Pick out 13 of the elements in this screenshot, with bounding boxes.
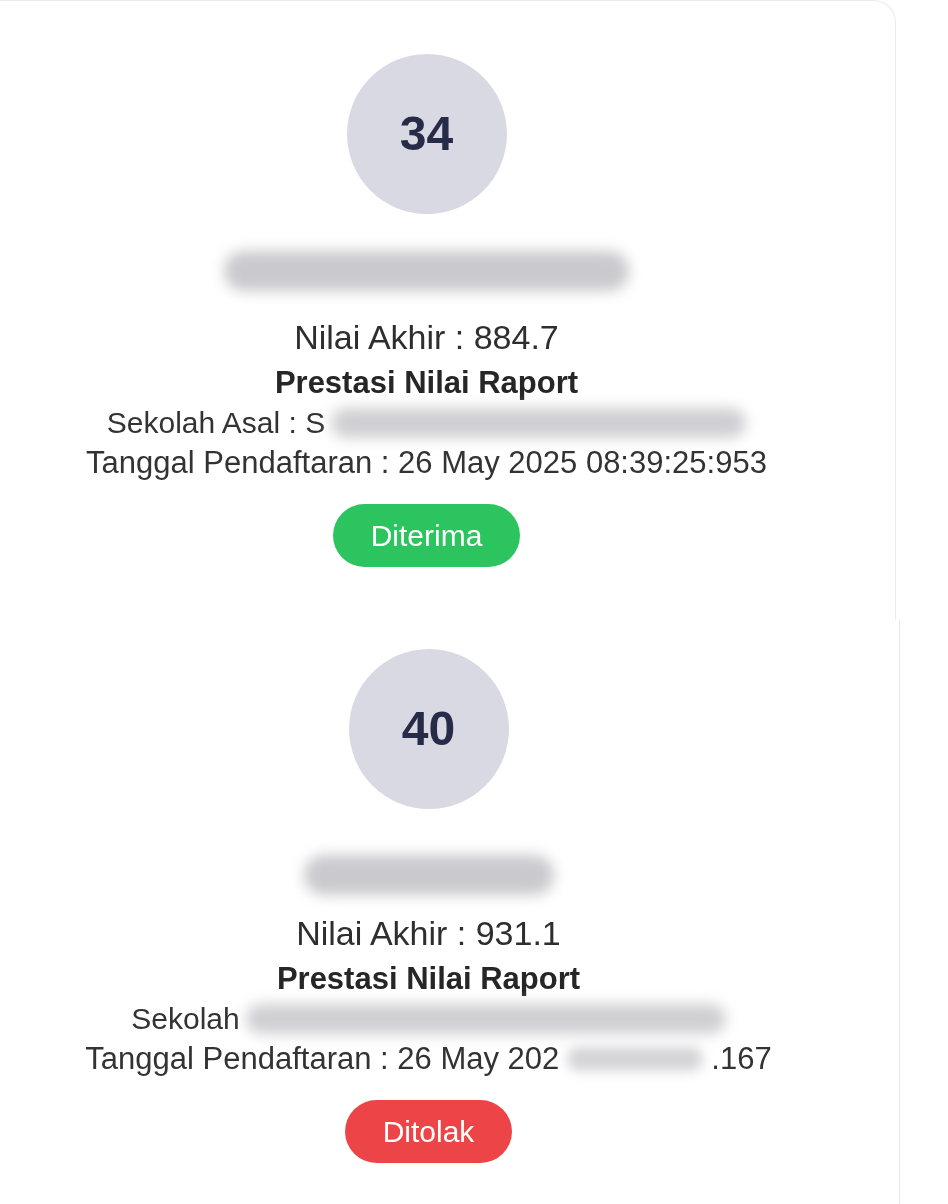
- final-score: Nilai Akhir : 884.7: [294, 317, 559, 357]
- status-badge: Diterima: [332, 504, 521, 567]
- school-label: Sekolah Asal : S: [106, 405, 326, 441]
- rank-number: 34: [399, 110, 454, 158]
- status-badge: Ditolak: [344, 1100, 513, 1163]
- school-label: Sekolah: [131, 1001, 240, 1037]
- admission-track: Prestasi Nilai Raport: [276, 960, 581, 998]
- registration-time-tail: .167: [711, 1040, 772, 1078]
- registration-date: Tanggal Pendaftaran : 26 May 202: [85, 1040, 560, 1078]
- admission-track: Prestasi Nilai Raport: [274, 364, 579, 402]
- rank-number: 40: [401, 705, 456, 753]
- registration-date: Tanggal Pendaftaran : 26 May 2025 08:39:25:953: [86, 444, 767, 482]
- final-score: Nilai Akhir : 931.1: [296, 913, 561, 953]
